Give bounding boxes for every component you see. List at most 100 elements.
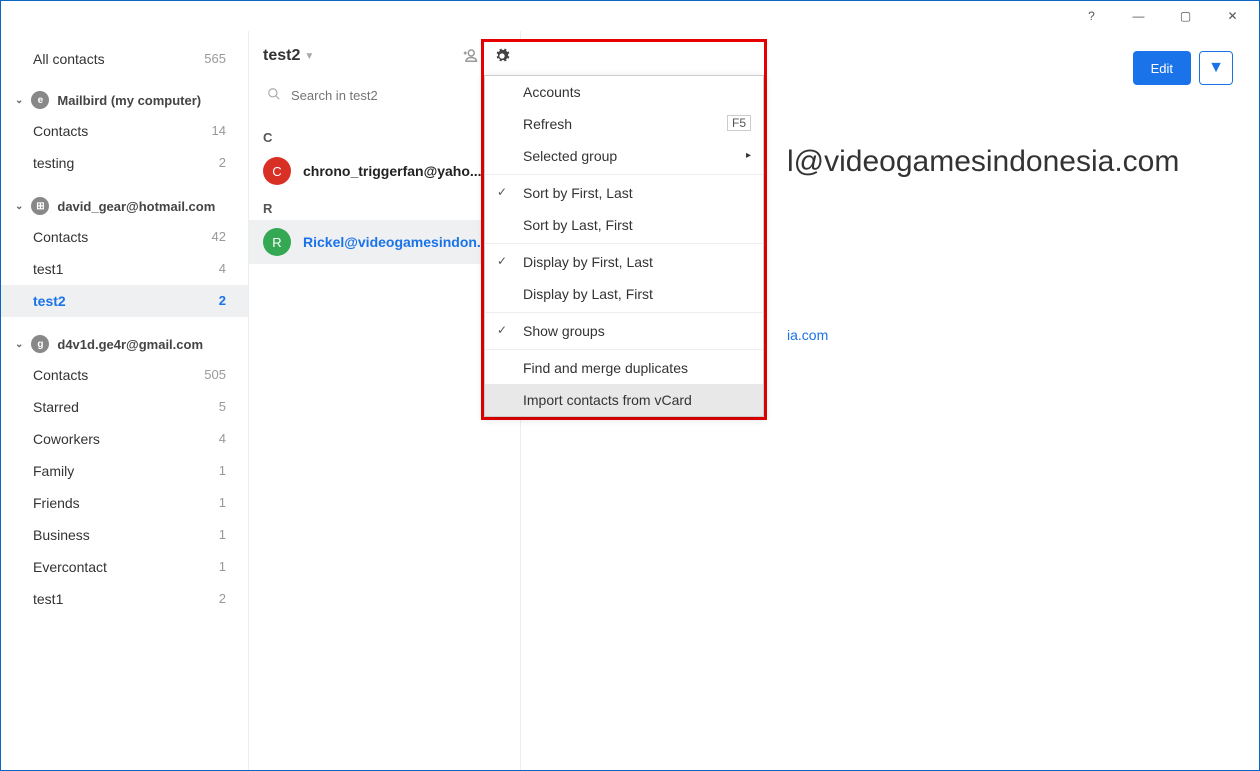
menu-item[interactable]: Selected group ▸ xyxy=(485,140,763,172)
sidebar-item-count: 14 xyxy=(212,123,226,139)
contact-email-link[interactable]: ia.com xyxy=(787,327,1233,343)
account-icon: g xyxy=(31,335,49,353)
menu-item[interactable]: Accounts xyxy=(485,76,763,108)
menu-item[interactable]: ✓ Show groups xyxy=(485,315,763,347)
all-contacts-label: All contacts xyxy=(33,51,105,67)
contact-email-large: l@videogamesindonesia.com xyxy=(787,145,1233,179)
window-titlebar: ? — ▢ ✕ xyxy=(1,1,1259,31)
sidebar-item-count: 2 xyxy=(219,155,226,171)
list-title[interactable]: test2 ▼ xyxy=(263,47,314,65)
sidebar-item[interactable]: test12 xyxy=(1,583,248,615)
menu-item[interactable]: Sort by Last, First xyxy=(485,209,763,241)
maximize-button[interactable]: ▢ xyxy=(1163,2,1208,30)
edit-dropdown-button[interactable]: ▼ xyxy=(1199,51,1233,85)
list-title-text: test2 xyxy=(263,47,300,65)
sidebar-item-label: Contacts xyxy=(33,229,88,245)
search-input[interactable] xyxy=(261,81,508,110)
sidebar-item-count: 1 xyxy=(219,527,226,543)
sidebar-item[interactable]: Evercontact 1 xyxy=(1,551,248,583)
sidebar-item[interactable]: test2 2 xyxy=(1,285,248,317)
sidebar-item-count: 1 xyxy=(219,495,226,511)
sidebar-item-count: 1 xyxy=(219,463,226,479)
account-name: d4v1d.ge4r@gmail.com xyxy=(57,337,203,352)
sidebar-item-count: 42 xyxy=(212,229,226,245)
search-icon xyxy=(267,87,281,106)
menu-item[interactable]: Find and merge duplicates xyxy=(485,352,763,384)
menu-item-label: Display by Last, First xyxy=(523,286,653,302)
sidebar-item-label: Contacts xyxy=(33,367,88,383)
sidebar-item-label: Business xyxy=(33,527,90,543)
menu-item[interactable]: Display by Last, First xyxy=(485,278,763,310)
check-icon: ✓ xyxy=(497,185,507,199)
section-letter: C xyxy=(249,122,520,149)
minimize-button[interactable]: — xyxy=(1116,2,1161,30)
account-icon: e xyxy=(31,91,49,109)
edit-button[interactable]: Edit xyxy=(1133,51,1191,85)
menu-item-label: Refresh xyxy=(523,116,572,132)
sidebar-all-contacts[interactable]: All contacts 565 xyxy=(1,43,248,85)
menu-item-label: Sort by First, Last xyxy=(523,185,633,201)
sidebar-item[interactable]: Friends 1 xyxy=(1,487,248,519)
sidebar-item-count: 2 xyxy=(219,293,226,309)
sidebar-item-count: 505 xyxy=(204,367,226,383)
sidebar-item[interactable]: Family 1 xyxy=(1,455,248,487)
menu-item[interactable]: ✓ Display by First, Last xyxy=(485,246,763,278)
sidebar-item-label: testing xyxy=(33,155,74,171)
sidebar-item[interactable]: testing 2 xyxy=(1,147,248,179)
menu-shortcut: F5 xyxy=(727,115,751,131)
chevron-down-icon: ▼ xyxy=(1208,59,1224,77)
sidebar-item-label: test1 xyxy=(33,591,63,607)
sidebar-item-label: test2 xyxy=(33,293,66,309)
check-icon: ✓ xyxy=(497,254,507,268)
sidebar-item[interactable]: Contacts 14 xyxy=(1,115,248,147)
sidebar-item-count: 4 xyxy=(219,261,226,277)
sidebar-item[interactable]: Starred5 xyxy=(1,391,248,423)
all-contacts-count: 565 xyxy=(204,51,226,67)
sidebar: All contacts 565 ⌄ e Mailbird (my computer… xyxy=(1,31,249,770)
account-icon: ⊞ xyxy=(31,197,49,215)
menu-item-label: Import contacts from vCard xyxy=(523,392,692,408)
sidebar-item-label: test1 xyxy=(33,261,63,277)
menu-item-label: Display by First, Last xyxy=(523,254,653,270)
menu-item[interactable]: Refresh F5 xyxy=(485,108,763,140)
sidebar-item[interactable]: test1 4 xyxy=(1,253,248,285)
sidebar-item[interactable]: Business 1 xyxy=(1,519,248,551)
gear-icon[interactable] xyxy=(484,42,764,75)
account-name: Mailbird (my computer) xyxy=(57,93,201,108)
avatar: R xyxy=(263,228,291,256)
menu-item[interactable]: Import contacts from vCard xyxy=(485,384,763,416)
chevron-down-icon: ⌄ xyxy=(15,95,23,106)
menu-item[interactable]: ✓ Sort by First, Last xyxy=(485,177,763,209)
help-button[interactable]: ? xyxy=(1069,2,1114,30)
close-button[interactable]: ✕ xyxy=(1210,2,1255,30)
menu-item-label: Show groups xyxy=(523,323,605,339)
avatar: C xyxy=(263,157,291,185)
settings-menu-highlight: Accounts Refresh F5 Selected group ▸ ✓ Sort by… xyxy=(481,39,767,420)
contact-name: chrono_triggerfan@yaho... xyxy=(303,163,482,179)
contact-row[interactable]: R Rickel@videogamesindon... xyxy=(249,220,520,264)
search-container xyxy=(261,81,508,110)
check-icon: ✓ xyxy=(497,323,507,337)
sidebar-item-count: 5 xyxy=(219,399,226,415)
sidebar-item-label: Coworkers xyxy=(33,431,100,447)
section-letter: R xyxy=(249,193,520,220)
settings-menu: Accounts Refresh F5 Selected group ▸ ✓ Sort by… xyxy=(484,75,764,417)
submenu-arrow-icon: ▸ xyxy=(746,150,751,161)
sidebar-item-label: Evercontact xyxy=(33,559,107,575)
sidebar-item-label: Contacts xyxy=(33,123,88,139)
account-header[interactable]: ⌄⊞david_gear@hotmail.com xyxy=(1,191,248,221)
sidebar-item-label: Friends xyxy=(33,495,80,511)
sidebar-item-count: 4 xyxy=(219,431,226,447)
sidebar-item[interactable]: Coworkers 4 xyxy=(1,423,248,455)
menu-item-label: Selected group xyxy=(523,148,617,164)
contact-name: Rickel@videogamesindon... xyxy=(303,234,489,250)
add-contact-icon[interactable] xyxy=(460,47,478,65)
sidebar-item[interactable]: Contacts 42 xyxy=(1,221,248,253)
sidebar-item-label: Family xyxy=(33,463,74,479)
account-header[interactable]: ⌄ e Mailbird (my computer) xyxy=(1,85,248,115)
sidebar-item-count: 1 xyxy=(219,559,226,575)
contact-row[interactable]: Cchrono_triggerfan@yaho... xyxy=(249,149,520,193)
sidebar-item[interactable]: Contacts 505 xyxy=(1,359,248,391)
account-header[interactable]: ⌄gd4v1d.ge4r@gmail.com xyxy=(1,329,248,359)
menu-item-label: Find and merge duplicates xyxy=(523,360,688,376)
